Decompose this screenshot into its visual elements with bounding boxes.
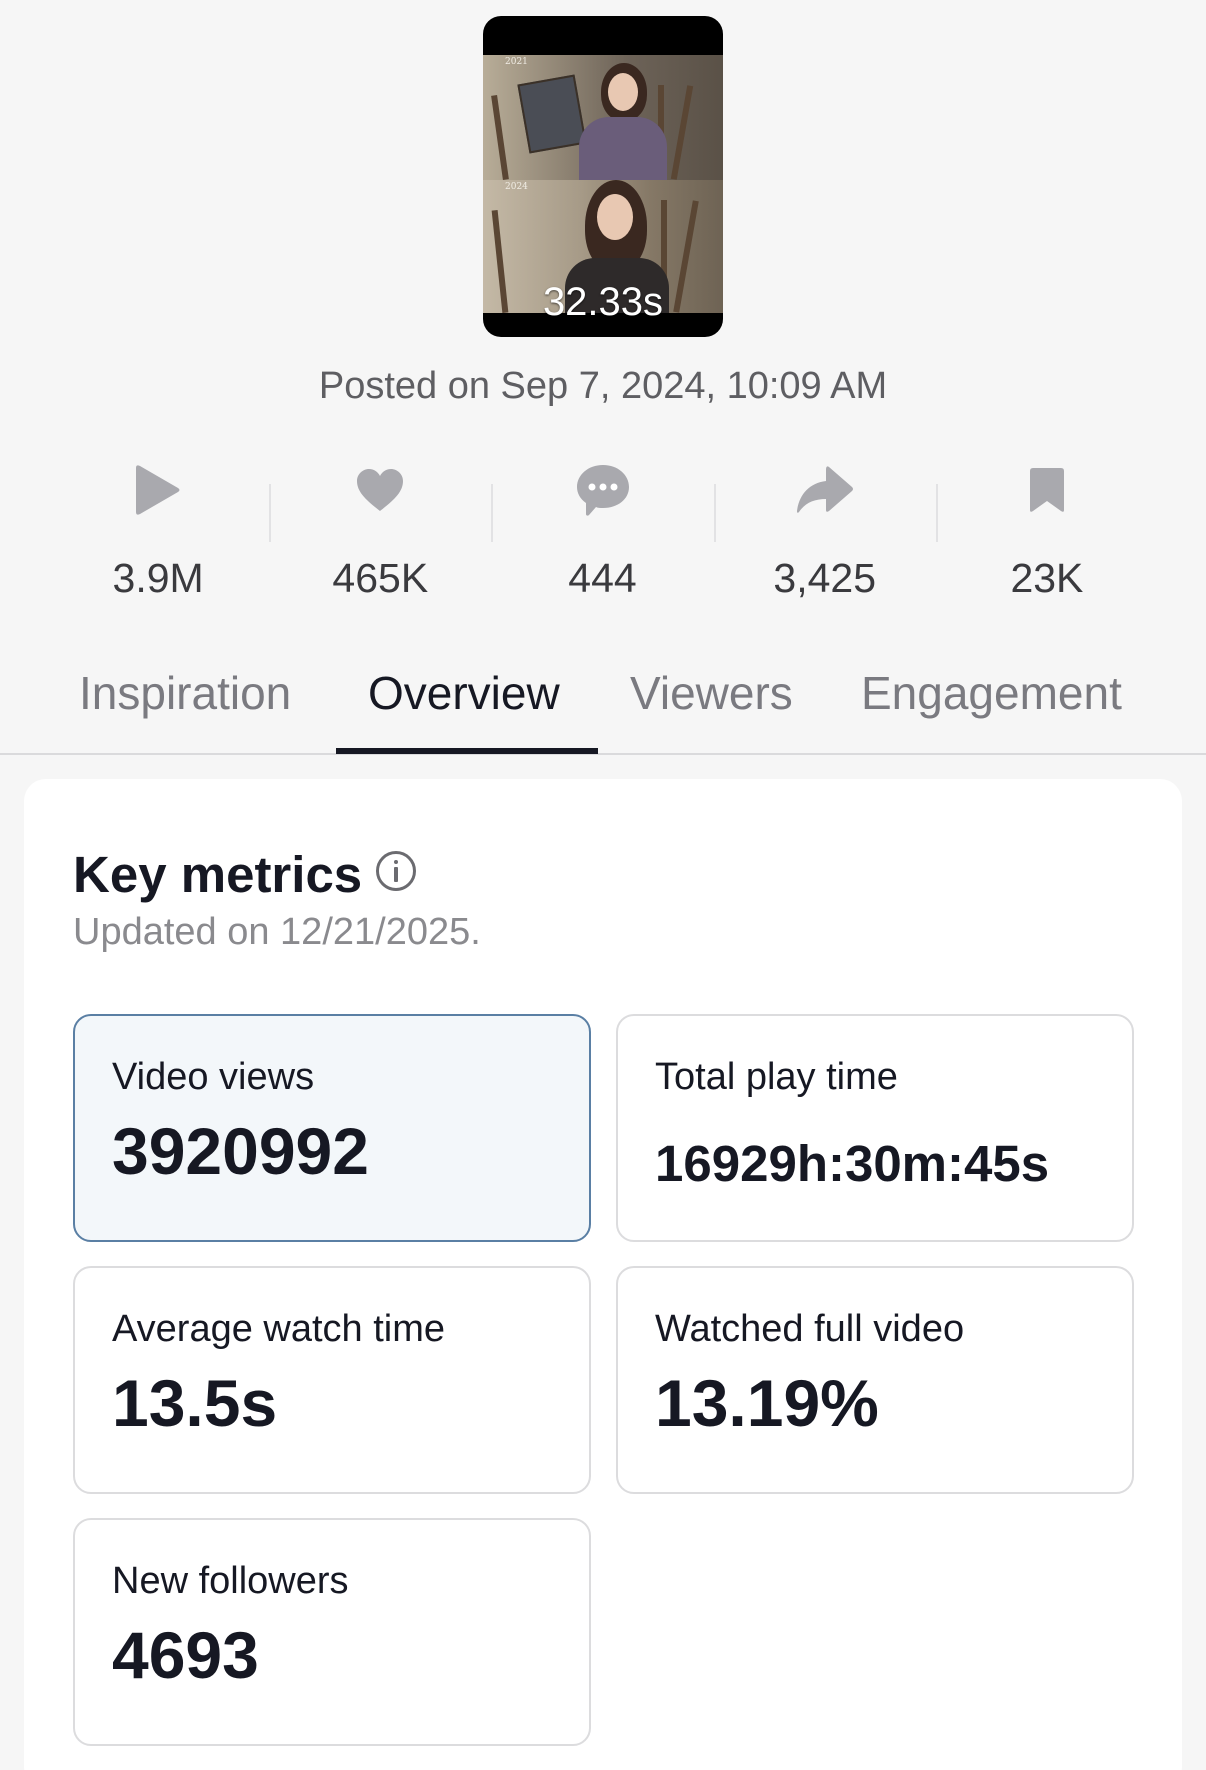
metric-new-followers[interactable]: New followers 4693 (73, 1518, 591, 1746)
tab-engagement[interactable]: Engagement (861, 666, 1122, 720)
key-metrics-card: Key metrics Updated on 12/21/2025. Video… (24, 779, 1182, 1770)
tab-inspiration[interactable]: Inspiration (79, 666, 291, 720)
stats-row: 3.9M 465K 444 3,425 23K (47, 462, 1158, 602)
metric-average-watch-time[interactable]: Average watch time 13.5s (73, 1266, 591, 1494)
active-tab-indicator (336, 748, 598, 754)
metric-value: 13.19% (655, 1366, 879, 1440)
video-duration: 32.33s (542, 280, 664, 324)
comment-icon (576, 464, 629, 516)
stat-value: 465K (332, 555, 429, 601)
metric-value: 4693 (112, 1618, 259, 1692)
thumbnail-frame-top: 2021 (483, 55, 723, 180)
info-icon[interactable] (376, 851, 416, 891)
metric-watched-full-video[interactable]: Watched full video 13.19% (616, 1266, 1134, 1494)
posted-date: Posted on Sep 7, 2024, 10:09 AM (318, 365, 888, 407)
metric-value: 13.5s (112, 1366, 278, 1440)
stat-value: 3.9M (112, 555, 204, 601)
heart-icon (357, 468, 404, 511)
stat-shares: 3,425 (713, 462, 936, 602)
updated-date: Updated on 12/21/2025. (73, 911, 481, 953)
frame-year-label: 2021 (505, 57, 528, 67)
stat-value: 444 (568, 555, 637, 601)
tab-viewers[interactable]: Viewers (630, 666, 793, 720)
metric-value: 16929h:30m:45s (655, 1135, 1050, 1192)
key-metrics-title: Key metrics (73, 846, 363, 903)
metric-label: Video views (112, 1056, 315, 1098)
stat-comments: 444 (491, 462, 713, 602)
stat-saves: 23K (935, 462, 1158, 602)
metric-label: Watched full video (655, 1308, 965, 1350)
metric-label: Average watch time (112, 1308, 446, 1350)
metric-label: New followers (112, 1560, 349, 1602)
frame-year-label: 2024 (505, 182, 528, 192)
metric-total-play-time[interactable]: Total play time 16929h:30m:45s (616, 1014, 1134, 1242)
tab-bar: Inspiration Overview Viewers Engagement (0, 660, 1206, 755)
video-thumbnail[interactable]: 2021 2024 32.33s (483, 16, 723, 337)
share-icon (796, 465, 853, 513)
metric-video-views[interactable]: Video views 3920992 (73, 1014, 591, 1242)
stat-value: 23K (1010, 555, 1084, 601)
stat-likes: 465K (269, 462, 491, 602)
metric-label: Total play time (655, 1056, 898, 1098)
play-icon (136, 464, 180, 515)
stat-value: 3,425 (773, 555, 877, 601)
stat-views: 3.9M (47, 462, 269, 602)
bookmark-icon (1029, 467, 1064, 512)
tab-overview[interactable]: Overview (368, 666, 560, 720)
metric-value: 3920992 (112, 1114, 369, 1188)
